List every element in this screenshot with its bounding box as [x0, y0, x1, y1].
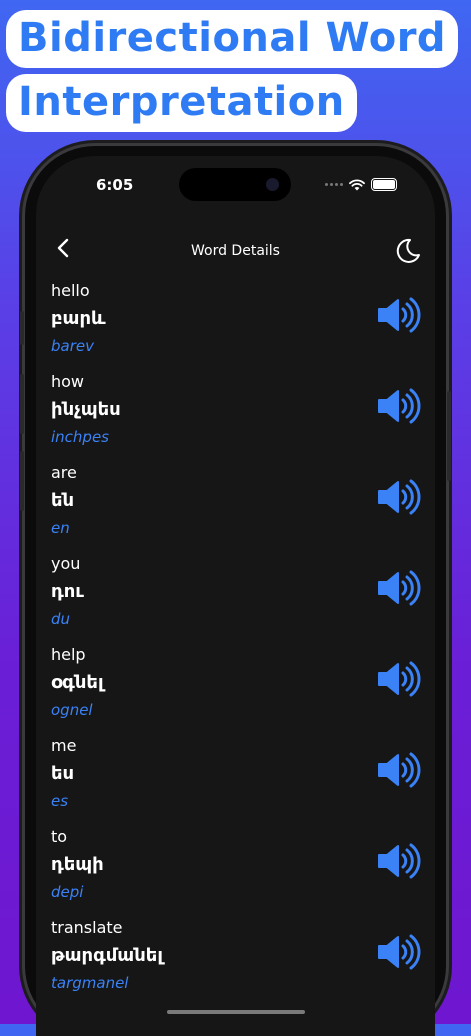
- transliteration: barev: [51, 337, 94, 355]
- english-word: help: [51, 645, 86, 664]
- word-row: you դու du: [36, 554, 435, 645]
- armenian-word: են: [51, 490, 75, 511]
- english-word: hello: [51, 281, 90, 300]
- moon-icon[interactable]: [393, 236, 423, 266]
- armenian-word: ինչպես: [51, 399, 121, 420]
- word-row: translate թարգմանել targmanel: [36, 918, 435, 1009]
- action-button: [20, 311, 24, 345]
- battery-icon: [371, 178, 397, 191]
- speaker-icon[interactable]: [377, 568, 421, 608]
- word-row: hello բարև barev: [36, 281, 435, 372]
- word-row: to դեպի depi: [36, 827, 435, 918]
- status-icons: [325, 178, 397, 191]
- english-word: translate: [51, 918, 123, 937]
- transliteration: es: [51, 792, 69, 810]
- transliteration: depi: [51, 883, 84, 901]
- word-row: help օգնել ognel: [36, 645, 435, 736]
- speaker-icon[interactable]: [377, 659, 421, 699]
- english-word: to: [51, 827, 68, 846]
- armenian-word: ես: [51, 763, 75, 784]
- english-word: you: [51, 554, 81, 573]
- headline-line-2: Interpretation: [6, 74, 357, 132]
- word-row: how ինչպես inchpes: [36, 372, 435, 463]
- speaker-icon[interactable]: [377, 750, 421, 790]
- navigation-bar: Word Details: [36, 228, 435, 278]
- armenian-word: բարև: [51, 308, 106, 329]
- signal-icon: [325, 183, 343, 186]
- armenian-word: օգնել: [51, 672, 104, 693]
- wifi-icon: [349, 178, 365, 190]
- armenian-word: թարգմանել: [51, 945, 163, 966]
- phone-frame: 6:05 Word Details hello բարև barev how ի…: [20, 146, 451, 1036]
- transliteration: en: [51, 519, 70, 537]
- english-word: me: [51, 736, 77, 755]
- volume-down-button: [20, 451, 24, 511]
- speaker-icon[interactable]: [377, 386, 421, 426]
- word-details-screen: 6:05 Word Details hello բարև barev how ի…: [36, 156, 435, 1036]
- camera-icon: [266, 178, 279, 191]
- speaker-icon[interactable]: [377, 477, 421, 517]
- word-list: hello բարև barev how ինչպես inchpes are …: [36, 281, 435, 1009]
- armenian-word: դեպի: [51, 854, 104, 875]
- page-title: Word Details: [191, 243, 280, 259]
- dynamic-island: [179, 168, 291, 201]
- power-button: [447, 391, 451, 481]
- word-row: are են en: [36, 463, 435, 554]
- speaker-icon[interactable]: [377, 841, 421, 881]
- headline-line-1: Bidirectional Word: [6, 10, 459, 68]
- phone-screen: 6:05 Word Details hello բարև barev how ի…: [36, 156, 435, 1036]
- speaker-icon[interactable]: [377, 932, 421, 972]
- english-word: are: [51, 463, 77, 482]
- armenian-word: դու: [51, 581, 84, 602]
- transliteration: ognel: [51, 701, 93, 719]
- speaker-icon[interactable]: [377, 295, 421, 335]
- home-indicator[interactable]: [166, 1010, 305, 1014]
- volume-up-button: [20, 374, 24, 434]
- status-time: 6:05: [96, 176, 134, 194]
- transliteration: inchpes: [51, 428, 109, 446]
- transliteration: targmanel: [51, 974, 129, 992]
- transliteration: du: [51, 610, 71, 628]
- word-row: me ես es: [36, 736, 435, 827]
- english-word: how: [51, 372, 85, 391]
